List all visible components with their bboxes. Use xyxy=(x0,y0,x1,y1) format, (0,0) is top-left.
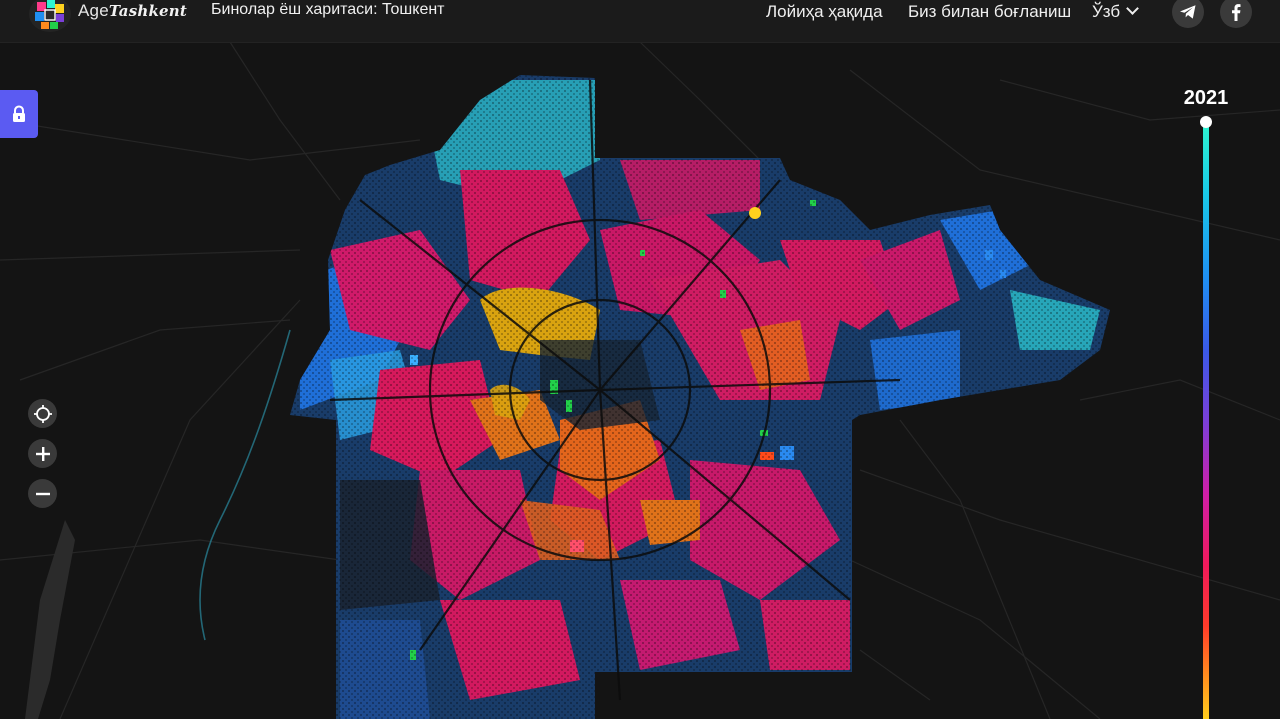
timeline-slider-handle[interactable] xyxy=(1200,116,1212,128)
telegram-icon xyxy=(1180,5,1196,19)
zoom-out-button[interactable] xyxy=(28,479,57,508)
landmark-dot xyxy=(749,207,761,219)
lock-button[interactable] xyxy=(0,90,38,138)
logo-prefix: Age xyxy=(78,1,109,20)
crosshair-icon xyxy=(33,404,52,423)
building-age-map[interactable] xyxy=(0,0,1280,719)
zoom-in-button[interactable] xyxy=(28,439,57,468)
app: AgeTashkent Бинолар ёш харитаси: Тошкент… xyxy=(0,0,1280,719)
locate-button[interactable] xyxy=(28,399,57,428)
telegram-button[interactable] xyxy=(1172,0,1204,28)
page-title: Бинолар ёш харитаси: Тошкент xyxy=(211,1,445,18)
map-canvas[interactable] xyxy=(0,0,1280,719)
language-selector[interactable]: Ўзб xyxy=(1092,2,1140,22)
timeline-year-label: 2021 xyxy=(1183,87,1229,109)
facebook-button[interactable] xyxy=(1220,0,1252,28)
language-label: Ўзб xyxy=(1092,2,1121,21)
minus-icon xyxy=(35,492,50,495)
timeline-slider-track[interactable] xyxy=(1203,122,1209,719)
logo-icon[interactable] xyxy=(29,0,71,32)
lock-icon xyxy=(13,105,25,122)
logo-brand: Tashkent xyxy=(108,2,188,20)
header: AgeTashkent Бинолар ёш харитаси: Тошкент… xyxy=(0,0,1280,43)
facebook-icon xyxy=(1232,3,1241,21)
nav-about-link[interactable]: Лойиҳа ҳақида xyxy=(766,2,883,22)
plus-icon xyxy=(35,446,50,461)
logo-wordmark[interactable]: AgeTashkent xyxy=(78,1,187,21)
nav-contact-link[interactable]: Биз билан боғланиш xyxy=(908,2,1071,22)
chevron-down-icon xyxy=(1126,2,1140,15)
